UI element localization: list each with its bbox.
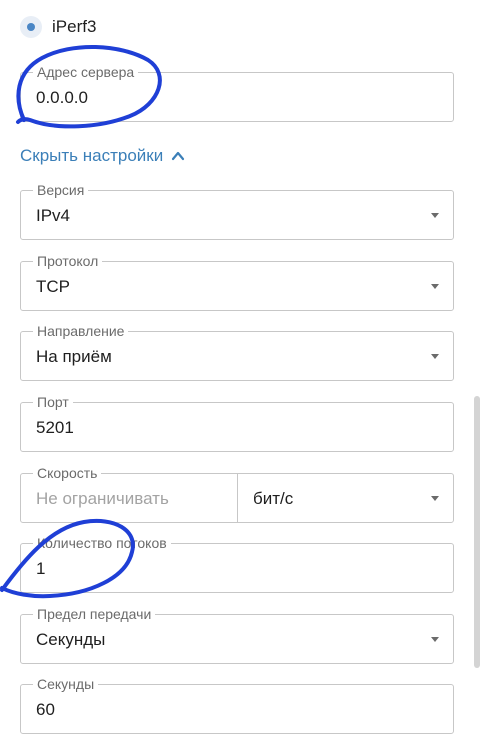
streams-count-value: 1 — [36, 559, 46, 578]
dropdown-arrow-icon — [431, 213, 439, 218]
streams-count-label: Количество потоков — [33, 534, 171, 552]
direction-select[interactable]: Направление На приём — [20, 322, 454, 381]
server-address-field[interactable]: Адрес сервера 0.0.0.0 — [20, 63, 454, 122]
iperf3-label: iPerf3 — [52, 17, 97, 36]
port-label: Порт — [33, 393, 73, 411]
transfer-limit-label: Предел передачи — [33, 605, 156, 623]
hide-settings-label: Скрыть настройки — [20, 146, 164, 165]
transfer-limit-select[interactable]: Предел передачи Секунды — [20, 605, 454, 664]
protocol-select[interactable]: Протокол TCP — [20, 252, 454, 311]
version-value: IPv4 — [36, 206, 71, 225]
direction-value: На приём — [36, 347, 112, 366]
port-field[interactable]: Порт 5201 — [20, 393, 454, 452]
chevron-up-icon — [172, 151, 185, 161]
seconds-label: Секунды — [33, 675, 99, 693]
seconds-field[interactable]: Секунды 60 — [20, 675, 454, 734]
server-address-value: 0.0.0.0 — [36, 88, 88, 107]
radio-selected-icon[interactable] — [20, 16, 42, 38]
iperf3-radio-option[interactable]: iPerf3 — [20, 12, 96, 42]
server-address-label: Адрес сервера — [33, 63, 139, 81]
streams-count-field[interactable]: Количество потоков 1 — [20, 534, 454, 593]
speed-field: Скорость Не ограничивать бит/с — [20, 464, 454, 523]
radio-dot — [27, 23, 35, 31]
dropdown-arrow-icon — [431, 354, 439, 359]
transfer-limit-value: Секунды — [36, 630, 106, 649]
speed-divider — [237, 474, 238, 522]
seconds-value: 60 — [36, 700, 55, 719]
port-value: 5201 — [36, 418, 74, 437]
version-select[interactable]: Версия IPv4 — [20, 181, 454, 240]
dropdown-arrow-icon — [431, 284, 439, 289]
protocol-value: TCP — [36, 277, 70, 296]
speed-label: Скорость — [33, 464, 102, 482]
scrollbar[interactable] — [474, 396, 480, 668]
speed-unit-select[interactable]: бит/с — [253, 488, 293, 510]
dropdown-arrow-icon — [431, 637, 439, 642]
dropdown-arrow-icon[interactable] — [431, 496, 439, 501]
hide-settings-toggle[interactable]: Скрыть настройки — [20, 146, 185, 166]
iperf-settings-page: iPerf3 Адрес сервера 0.0.0.0 Скрыть наст… — [0, 0, 484, 750]
direction-label: Направление — [33, 322, 129, 340]
protocol-label: Протокол — [33, 252, 103, 270]
version-label: Версия — [33, 181, 89, 199]
speed-input[interactable]: Не ограничивать — [36, 488, 169, 510]
